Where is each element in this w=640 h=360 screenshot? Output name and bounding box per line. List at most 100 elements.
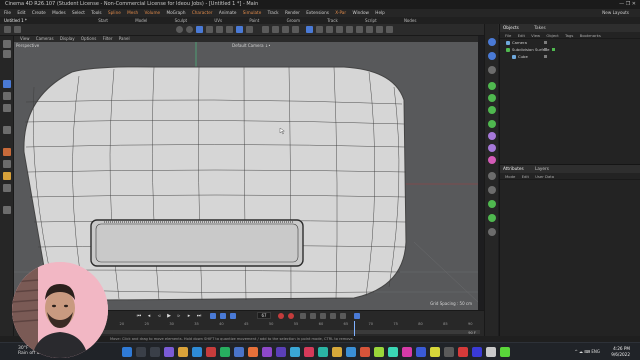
app-icon[interactable] <box>346 347 356 357</box>
scene-light-icon[interactable] <box>488 186 496 194</box>
playback-settings-icon[interactable] <box>230 313 236 319</box>
menu-animate[interactable]: Animate <box>219 10 237 15</box>
keyframe-selection-icon[interactable] <box>300 313 306 319</box>
deformer-twist-icon[interactable] <box>488 144 496 152</box>
attributes-menu-mode[interactable]: Mode <box>505 174 515 179</box>
app-icon[interactable] <box>500 347 510 357</box>
cloner-icon[interactable] <box>336 26 343 33</box>
store-icon[interactable] <box>206 347 216 357</box>
tab-takes[interactable]: Takes <box>534 25 545 30</box>
loop-icon[interactable] <box>210 313 216 319</box>
viewport-menu-view[interactable]: View <box>20 36 30 41</box>
viewport-menu-filter[interactable]: Filter <box>103 36 113 41</box>
app-icon[interactable] <box>472 347 482 357</box>
menu-modes[interactable]: Modes <box>52 10 66 15</box>
media-player-icon[interactable] <box>304 347 314 357</box>
file-explorer-icon[interactable] <box>178 347 188 357</box>
knife-tool-icon[interactable] <box>3 160 11 168</box>
app-icon[interactable] <box>416 347 426 357</box>
scene-camera-icon[interactable] <box>488 172 496 180</box>
previous-key-icon[interactable]: ◂ <box>146 313 152 319</box>
layout-tab-paint[interactable]: Paint <box>249 18 259 23</box>
app-icon[interactable] <box>486 347 496 357</box>
new-layouts-button[interactable]: New Layouts <box>602 9 629 17</box>
system-clock[interactable]: 4:26 PM 9/6/2022 <box>611 346 630 358</box>
illustrator-icon[interactable] <box>248 347 258 357</box>
premiere-icon[interactable] <box>262 347 272 357</box>
objects-menu-object[interactable]: Object <box>546 33 558 38</box>
cinema4d-icon[interactable] <box>290 347 300 357</box>
system-tray[interactable]: ^ ☁ ⌨ ENG <box>574 349 600 354</box>
interactive-render-icon[interactable] <box>292 26 299 33</box>
edge-browser-icon[interactable] <box>192 347 202 357</box>
preview-range-icon[interactable] <box>220 313 226 319</box>
autokey-icon[interactable] <box>288 313 294 319</box>
effector-icon[interactable] <box>488 156 496 164</box>
polygons-mode-icon[interactable] <box>216 26 223 33</box>
layout-tab-track[interactable]: Track <box>327 18 337 23</box>
app-icon[interactable] <box>388 347 398 357</box>
app-icon[interactable] <box>430 347 440 357</box>
menu-character[interactable]: Character <box>192 10 213 15</box>
menu-spline[interactable]: Spline <box>108 10 121 15</box>
menu-create[interactable]: Create <box>32 10 46 15</box>
pen-spline-icon[interactable] <box>316 26 323 33</box>
chat-icon[interactable] <box>164 347 174 357</box>
objects-menu-edit[interactable]: Edit <box>518 33 525 38</box>
subdivision-icon[interactable] <box>326 26 333 33</box>
menu-render[interactable]: Render <box>285 10 300 15</box>
viewport-menu-panel[interactable]: Panel <box>119 36 130 41</box>
menu-volume[interactable]: Volume <box>145 10 161 15</box>
undo-icon[interactable] <box>4 26 11 33</box>
motion-icon[interactable] <box>354 313 360 319</box>
task-view-icon[interactable] <box>150 347 160 357</box>
layout-tab-model[interactable]: Model <box>135 18 147 23</box>
menu-simulate[interactable]: Simulate <box>243 10 262 15</box>
workplane-icon[interactable] <box>3 184 11 192</box>
layout-tab-groom[interactable]: Groom <box>287 18 300 23</box>
paint-tool-icon[interactable] <box>3 206 11 214</box>
next-frame-icon[interactable]: ▹ <box>176 313 182 319</box>
layout-tab-sculpt[interactable]: Sculpt <box>175 18 188 23</box>
symmetry-icon[interactable] <box>488 106 496 114</box>
render-view-icon[interactable] <box>262 26 269 33</box>
coordinate-system-icon[interactable] <box>3 126 11 134</box>
brush-tool-icon[interactable] <box>3 148 11 156</box>
floor-icon[interactable] <box>366 26 373 33</box>
array-icon[interactable] <box>488 120 496 128</box>
camera-icon[interactable] <box>376 26 383 33</box>
model-mode-icon[interactable] <box>176 26 183 33</box>
app-icon[interactable] <box>318 347 328 357</box>
scale-key-icon[interactable] <box>330 313 336 319</box>
go-to-start-icon[interactable]: ⏮ <box>136 313 142 319</box>
menu-help[interactable]: Help <box>375 10 385 15</box>
menu-mograph[interactable]: MoGraph <box>166 10 185 15</box>
menu-edit[interactable]: Edit <box>17 10 25 15</box>
app-icon[interactable] <box>332 347 342 357</box>
viewport-menu-options[interactable]: Options <box>81 36 96 41</box>
record-icon[interactable] <box>278 313 284 319</box>
current-frame-field[interactable]: 67 <box>257 312 271 319</box>
window-controls[interactable]: — ❐ ✕ <box>619 0 636 9</box>
objects-menu-bookmarks[interactable]: Bookmarks <box>580 33 601 38</box>
menu-xpar[interactable]: X-Par <box>335 10 346 15</box>
visibility-toggle[interactable] <box>544 55 547 58</box>
texture-mode-icon[interactable] <box>186 26 193 33</box>
attributes-menu-edit[interactable]: Edit <box>522 174 529 179</box>
go-to-end-icon[interactable]: ⏭ <box>196 313 202 319</box>
rotation-key-icon[interactable] <box>320 313 326 319</box>
tab-objects[interactable]: Objects <box>503 25 519 30</box>
play-icon[interactable]: ▶ <box>166 313 172 319</box>
menu-tools[interactable]: Tools <box>91 10 101 15</box>
render-settings-icon[interactable] <box>272 26 279 33</box>
timeline-playhead[interactable] <box>353 321 355 337</box>
viewport-camera-label[interactable]: Default Camera ↓• <box>232 43 271 48</box>
tab-attributes[interactable]: Attributes <box>503 166 524 171</box>
light-icon[interactable] <box>386 26 393 33</box>
redo-icon[interactable] <box>14 26 21 33</box>
chrome-icon[interactable] <box>220 347 230 357</box>
cube-primitive-icon[interactable] <box>306 26 313 33</box>
layout-tab-uvs[interactable]: UVs <box>214 18 222 23</box>
edges-mode-icon[interactable] <box>206 26 213 33</box>
text-object-icon[interactable] <box>488 66 496 74</box>
